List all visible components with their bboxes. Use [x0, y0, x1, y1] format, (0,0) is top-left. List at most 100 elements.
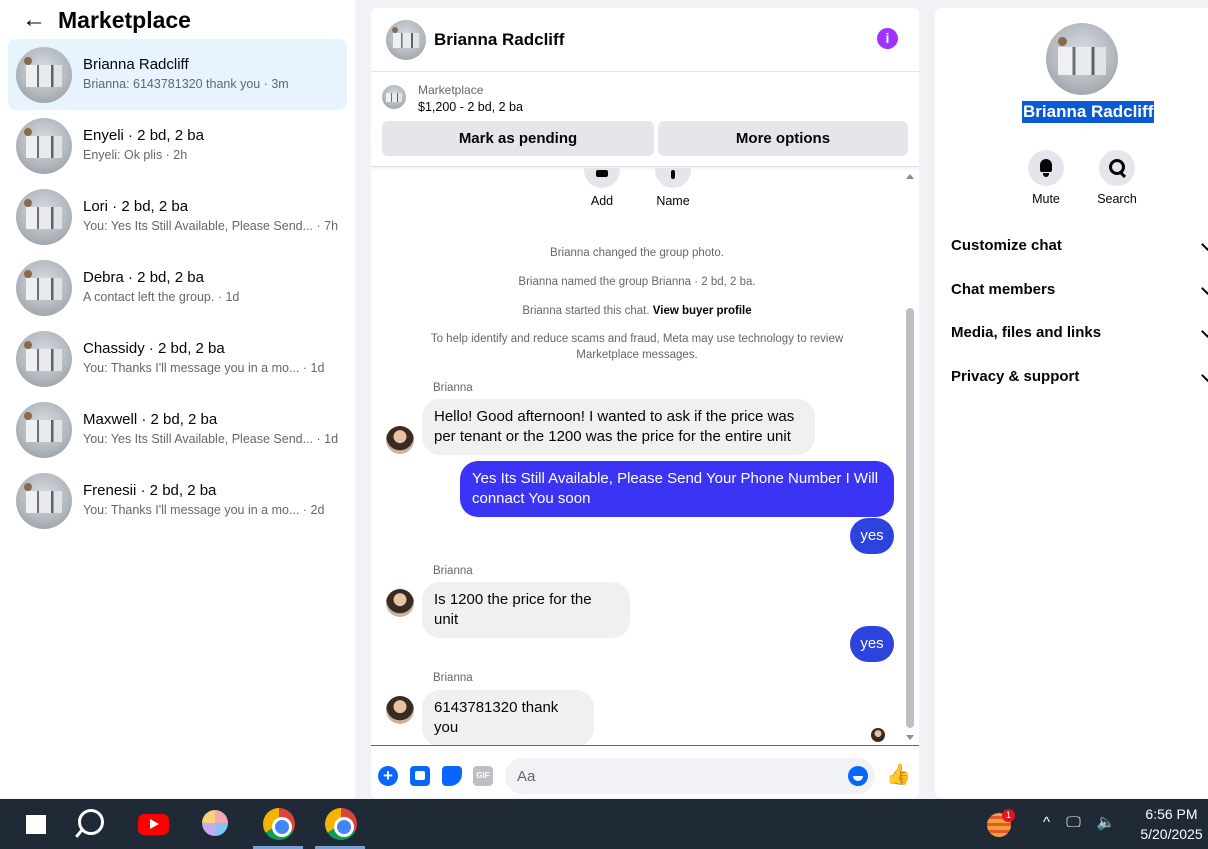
incoming-message[interactable]: 6143781320 thank you [422, 690, 594, 746]
section-label: Media, files and links [951, 324, 1102, 341]
snipping-tool-icon[interactable] [191, 799, 241, 849]
read-receipt-avatar [871, 728, 885, 742]
gif-icon[interactable]: GIF [473, 766, 493, 786]
search-action[interactable]: Search [1087, 150, 1147, 206]
scroll-up-arrow-icon[interactable] [906, 174, 914, 179]
taskbar-search-icon[interactable] [66, 799, 116, 849]
search-icon [1099, 150, 1135, 186]
message-input[interactable] [505, 758, 875, 794]
section-label: Privacy & support [951, 368, 1080, 385]
incoming-message[interactable]: Hello! Good afternoon! I wanted to ask i… [422, 399, 815, 455]
conversation-item[interactable]: Brianna Radcliff Brianna: 6143781320 than… [8, 39, 347, 110]
listing-thumbnail [16, 401, 72, 458]
conversation-name: Frenesii · 2 bd, 2 ba [83, 482, 217, 500]
system-message-text: Brianna started this chat. [522, 305, 650, 317]
conversation-name: Chassidy · 2 bd, 2 ba [83, 340, 225, 358]
clock-time: 6:56 PM [1145, 806, 1198, 822]
chrome-icon[interactable] [253, 799, 303, 849]
message-thread: Add Name Brianna changed the group photo… [371, 168, 919, 746]
listing-thumbnail [16, 259, 72, 316]
conversation-snippet: Brianna: 6143781320 thank you · 3m [83, 77, 289, 92]
scroll-down-arrow-icon[interactable] [906, 735, 914, 740]
more-options-button[interactable]: More options [658, 121, 908, 156]
clock-date: 5/20/2025 [1140, 826, 1203, 842]
incoming-message[interactable]: Is 1200 the price for the unit [422, 582, 630, 638]
weather-icon[interactable] [975, 799, 1025, 849]
conversation-snippet: You: Yes Its Still Available, Please Sen… [83, 219, 339, 234]
conversation-name: Brianna Radcliff [83, 56, 189, 74]
sticker-icon[interactable] [442, 766, 462, 786]
chat-header: Brianna Radcliff i [371, 8, 919, 72]
chrome-profile-icon[interactable] [315, 799, 365, 849]
sender-name: Brianna [433, 565, 473, 577]
mute-label: Mute [1032, 192, 1060, 206]
outgoing-message[interactable]: yes [850, 518, 894, 554]
sender-avatar[interactable] [386, 426, 414, 454]
conversation-name: Enyeli · 2 bd, 2 ba [83, 127, 204, 145]
conversation-snippet: You: Yes Its Still Available, Please Sen… [83, 432, 339, 447]
system-tray-icons[interactable]: ^ 🖵 🔈 [1043, 813, 1122, 831]
conversation-item[interactable]: Enyeli · 2 bd, 2 ba Enyeli: Ok plis · 2h [8, 110, 347, 181]
sender-avatar[interactable] [386, 696, 414, 724]
chat-avatar[interactable] [386, 19, 426, 60]
listing-thumbnail [16, 472, 72, 529]
listing-thumbnail [16, 188, 72, 245]
chat-title[interactable]: Brianna Radcliff [434, 30, 564, 50]
outgoing-message[interactable]: yes [850, 626, 894, 662]
chevron-down-icon [1201, 238, 1208, 251]
media-files-links-section[interactable]: Media, files and links [951, 324, 1208, 344]
conversation-snippet: You: Thanks I'll message you in a mo... … [83, 503, 325, 518]
listing-thumbnail[interactable] [382, 85, 406, 109]
sender-avatar[interactable] [386, 589, 414, 617]
conversation-list: Brianna Radcliff Brianna: 6143781320 than… [8, 39, 347, 536]
name-label: Name [656, 194, 690, 208]
chat-info-panel: Brianna Radcliff Mute Search Customize c… [935, 8, 1208, 798]
name-group-action[interactable]: Name [643, 168, 703, 208]
message-scrollbar[interactable] [903, 168, 917, 746]
conversation-item[interactable]: Debra · 2 bd, 2 ba A contact left the gro… [8, 252, 347, 323]
system-message: Brianna started this chat. View buyer pr… [391, 304, 883, 320]
plus-icon[interactable]: + [378, 766, 398, 786]
customize-chat-section[interactable]: Customize chat [951, 237, 1208, 257]
profile-name[interactable]: Brianna Radcliff [1022, 101, 1155, 123]
windows-taskbar: ^ 🖵 🔈 6:56 PM 5/20/2025 [0, 799, 1208, 849]
listing-category: Marketplace [418, 83, 484, 97]
chat-panel: Brianna Radcliff i Marketplace $1,200 - … [371, 8, 919, 798]
privacy-support-section[interactable]: Privacy & support [951, 368, 1208, 388]
outgoing-message[interactable]: Yes Its Still Available, Please Send You… [460, 461, 894, 517]
conversation-item[interactable]: Frenesii · 2 bd, 2 ba You: Thanks I'll me… [8, 465, 347, 536]
windows-start-icon[interactable] [6, 799, 56, 849]
section-label: Customize chat [951, 237, 1062, 254]
sender-name: Brianna [433, 672, 473, 684]
emoji-icon[interactable] [848, 766, 868, 786]
profile-avatar[interactable] [1046, 23, 1118, 95]
chat-members-section[interactable]: Chat members [951, 281, 1208, 301]
message-composer: + GIF 👍 [371, 745, 919, 798]
add-person-icon [584, 168, 620, 188]
view-buyer-profile-link[interactable]: View buyer profile [653, 305, 752, 317]
chevron-down-icon [1201, 325, 1208, 338]
conversation-item[interactable]: Chassidy · 2 bd, 2 ba You: Thanks I'll me… [8, 323, 347, 394]
conversation-item[interactable]: Lori · 2 bd, 2 ba You: Yes Its Still Avai… [8, 181, 347, 252]
scam-notice: To help identify and reduce scams and fr… [430, 333, 844, 361]
search-label: Search [1097, 192, 1137, 206]
add-people-action[interactable]: Add [572, 168, 632, 208]
mark-as-pending-button[interactable]: Mark as pending [382, 121, 654, 156]
youtube-icon[interactable] [128, 799, 178, 849]
listing-title[interactable]: $1,200 - 2 bd, 2 ba [418, 100, 523, 114]
conversation-name: Debra · 2 bd, 2 ba [83, 269, 204, 287]
listing-banner: Marketplace $1,200 - 2 bd, 2 ba Mark as … [371, 72, 919, 167]
conversation-item[interactable]: Maxwell · 2 bd, 2 ba You: Yes Its Still A… [8, 394, 347, 465]
bell-icon [1028, 150, 1064, 186]
taskbar-clock[interactable]: 6:56 PM 5/20/2025 [1135, 804, 1208, 844]
thumbs-up-icon[interactable]: 👍 [886, 764, 911, 786]
conversation-sidebar: ← Marketplace Brianna Radcliff Brianna: 6… [0, 0, 355, 798]
back-arrow-icon[interactable]: ← [22, 8, 46, 32]
info-icon[interactable]: i [877, 28, 898, 49]
chevron-down-icon [1201, 282, 1208, 295]
add-label: Add [590, 194, 614, 208]
photo-icon[interactable] [410, 766, 430, 786]
mute-action[interactable]: Mute [1016, 150, 1076, 206]
system-message: Brianna named the group Brianna · 2 bd, … [518, 276, 756, 288]
scrollbar-thumb[interactable] [906, 308, 914, 728]
